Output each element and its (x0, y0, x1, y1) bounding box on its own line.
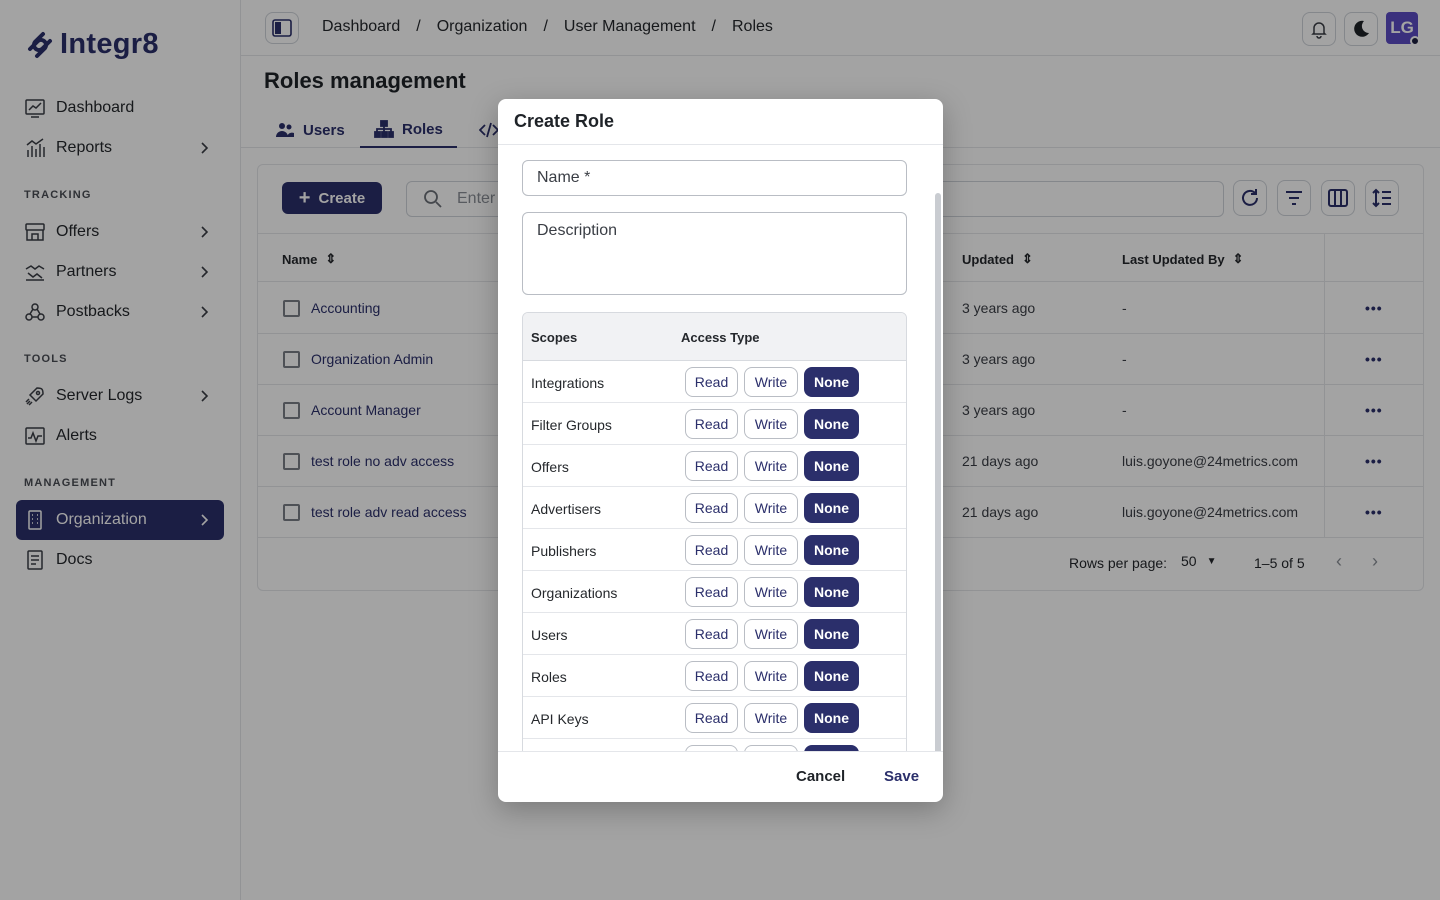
description-placeholder: Description (537, 222, 618, 239)
scope-label: Publishers (531, 543, 597, 559)
access-none-button[interactable]: None (804, 535, 859, 565)
scope-label: Advertisers (531, 501, 602, 517)
access-read-button[interactable]: Read (685, 619, 738, 649)
dialog-scrollbar[interactable] (935, 193, 941, 751)
access-write-button[interactable]: Write (744, 661, 798, 691)
access-type-column-header: Access Type (681, 330, 760, 345)
access-none-button[interactable]: None (804, 745, 859, 751)
scopes-column-header: Scopes (531, 330, 578, 345)
access-toggle-group: Read Write None (685, 367, 859, 397)
access-none-button[interactable]: None (804, 493, 859, 523)
access-none-button[interactable]: None (804, 451, 859, 481)
create-role-dialog: Create Role Name * Description Scopes Ac… (498, 99, 943, 802)
scope-label: API Keys (531, 711, 589, 727)
access-read-button[interactable]: Read (685, 703, 738, 733)
access-write-button[interactable]: Write (744, 619, 798, 649)
access-write-button[interactable]: Write (744, 577, 798, 607)
access-write-button[interactable]: Write (744, 535, 798, 565)
access-read-button[interactable]: Read (685, 577, 738, 607)
access-read-button[interactable]: Read (685, 745, 738, 751)
access-toggle-group: Read Write None (685, 661, 859, 691)
dialog-title: Create Role (514, 111, 615, 131)
name-placeholder: Name * (537, 169, 591, 186)
access-none-button[interactable]: None (804, 367, 859, 397)
access-none-button[interactable]: None (804, 577, 859, 607)
dialog-body: Name * Description Scopes Access Type In… (498, 144, 943, 752)
access-write-button[interactable]: Write (744, 745, 798, 751)
access-none-button[interactable]: None (804, 409, 859, 439)
access-toggle-group: Read Write None (685, 745, 859, 751)
scope-row-organizations: Organizations Read Write None (523, 571, 906, 613)
role-description-input[interactable]: Description (522, 212, 907, 295)
scope-row-users: Users Read Write None (523, 613, 906, 655)
scope-row-partial: Read Write None (523, 739, 906, 751)
access-write-button[interactable]: Write (744, 451, 798, 481)
access-write-button[interactable]: Write (744, 367, 798, 397)
access-none-button[interactable]: None (804, 703, 859, 733)
access-read-button[interactable]: Read (685, 451, 738, 481)
access-toggle-group: Read Write None (685, 493, 859, 523)
access-none-button[interactable]: None (804, 661, 859, 691)
access-toggle-group: Read Write None (685, 409, 859, 439)
access-toggle-group: Read Write None (685, 451, 859, 481)
access-toggle-group: Read Write None (685, 619, 859, 649)
scope-label: Offers (531, 459, 569, 475)
scope-row-api-keys: API Keys Read Write None (523, 697, 906, 739)
access-write-button[interactable]: Write (744, 493, 798, 523)
dialog-footer: Cancel Save (498, 752, 943, 802)
access-none-button[interactable]: None (804, 619, 859, 649)
cancel-button[interactable]: Cancel (796, 768, 845, 785)
scope-row-roles: Roles Read Write None (523, 655, 906, 697)
access-write-button[interactable]: Write (744, 409, 798, 439)
scope-label: Integrations (531, 375, 605, 391)
scopes-table: Scopes Access Type Integrations Read Wri… (522, 312, 907, 751)
scope-label: Roles (531, 669, 567, 685)
scope-row-integrations: Integrations Read Write None (523, 361, 906, 403)
access-toggle-group: Read Write None (685, 535, 859, 565)
access-read-button[interactable]: Read (685, 367, 738, 397)
access-read-button[interactable]: Read (685, 661, 738, 691)
scopes-table-header: Scopes Access Type (523, 313, 906, 361)
access-read-button[interactable]: Read (685, 409, 738, 439)
access-toggle-group: Read Write None (685, 577, 859, 607)
role-name-input[interactable]: Name * (522, 160, 907, 196)
scope-row-offers: Offers Read Write None (523, 445, 906, 487)
access-read-button[interactable]: Read (685, 493, 738, 523)
access-write-button[interactable]: Write (744, 703, 798, 733)
save-button[interactable]: Save (884, 768, 919, 785)
scope-row-publishers: Publishers Read Write None (523, 529, 906, 571)
access-toggle-group: Read Write None (685, 703, 859, 733)
scope-label: Users (531, 627, 568, 643)
scope-row-advertisers: Advertisers Read Write None (523, 487, 906, 529)
scope-label: Filter Groups (531, 417, 612, 433)
access-read-button[interactable]: Read (685, 535, 738, 565)
scope-row-filter-groups: Filter Groups Read Write None (523, 403, 906, 445)
scope-label: Organizations (531, 585, 618, 601)
